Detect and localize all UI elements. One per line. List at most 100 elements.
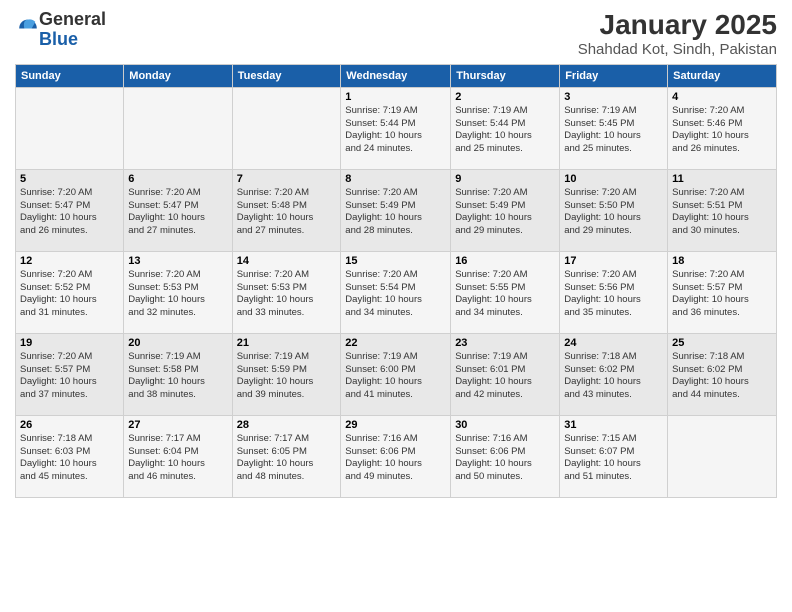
day-number: 23 bbox=[455, 337, 555, 349]
day-info: Sunrise: 7:17 AM Sunset: 6:05 PM Dayligh… bbox=[237, 433, 337, 484]
day-info: Sunrise: 7:20 AM Sunset: 5:52 PM Dayligh… bbox=[20, 269, 119, 320]
weekday-header-monday: Monday bbox=[124, 64, 232, 87]
day-number: 18 bbox=[672, 255, 772, 267]
day-info: Sunrise: 7:20 AM Sunset: 5:47 PM Dayligh… bbox=[128, 187, 227, 238]
week-row-2: 5 Sunrise: 7:20 AM Sunset: 5:47 PM Daylig… bbox=[16, 169, 777, 251]
calendar-cell: 2Sunrise: 7:19 AM Sunset: 5:44 PM Daylig… bbox=[451, 87, 560, 169]
day-number: 17 bbox=[564, 255, 663, 267]
logo-blue: Blue bbox=[39, 29, 78, 49]
day-number: 29 bbox=[345, 419, 446, 431]
day-info: Sunrise: 7:20 AM Sunset: 5:53 PM Dayligh… bbox=[237, 269, 337, 320]
calendar-cell bbox=[668, 415, 777, 497]
day-info: Sunrise: 7:20 AM Sunset: 5:49 PM Dayligh… bbox=[345, 187, 446, 238]
calendar-cell: 16Sunrise: 7:20 AM Sunset: 5:55 PM Dayli… bbox=[451, 251, 560, 333]
logo-text: General Blue bbox=[39, 10, 106, 50]
day-number: 20 bbox=[128, 337, 227, 349]
day-number: 31 bbox=[564, 419, 663, 431]
logo-icon bbox=[17, 16, 39, 38]
day-info: Sunrise: 7:17 AM Sunset: 6:04 PM Dayligh… bbox=[128, 433, 227, 484]
day-number: 14 bbox=[237, 255, 337, 267]
calendar-cell: 25Sunrise: 7:18 AM Sunset: 6:02 PM Dayli… bbox=[668, 333, 777, 415]
day-info: Sunrise: 7:16 AM Sunset: 6:06 PM Dayligh… bbox=[345, 433, 446, 484]
weekday-header-saturday: Saturday bbox=[668, 64, 777, 87]
calendar-cell: 24 Sunrise: 7:18 AM Sunset: 6:02 PM Dayli… bbox=[560, 333, 668, 415]
calendar-cell bbox=[16, 87, 124, 169]
calendar-cell: 31 Sunrise: 7:15 AM Sunset: 6:07 PM Dayli… bbox=[560, 415, 668, 497]
day-number: 1 bbox=[345, 91, 446, 103]
day-number: 19 bbox=[20, 337, 119, 349]
day-info: Sunrise: 7:19 AM Sunset: 5:58 PM Dayligh… bbox=[128, 351, 227, 402]
logo: General Blue bbox=[15, 10, 106, 50]
weekday-header-friday: Friday bbox=[560, 64, 668, 87]
calendar-cell: 10Sunrise: 7:20 AM Sunset: 5:50 PM Dayli… bbox=[560, 169, 668, 251]
weekday-header-wednesday: Wednesday bbox=[341, 64, 451, 87]
day-number: 4 bbox=[672, 91, 772, 103]
day-number: 2 bbox=[455, 91, 555, 103]
calendar-cell: 7 Sunrise: 7:20 AM Sunset: 5:48 PM Daylig… bbox=[232, 169, 341, 251]
title-block: January 2025 Shahdad Kot, Sindh, Pakista… bbox=[578, 10, 777, 58]
calendar-cell: 13 Sunrise: 7:20 AM Sunset: 5:53 PM Dayli… bbox=[124, 251, 232, 333]
calendar-cell: 11 Sunrise: 7:20 AM Sunset: 5:51 PM Dayli… bbox=[668, 169, 777, 251]
day-number: 21 bbox=[237, 337, 337, 349]
day-info: Sunrise: 7:16 AM Sunset: 6:06 PM Dayligh… bbox=[455, 433, 555, 484]
weekday-header-tuesday: Tuesday bbox=[232, 64, 341, 87]
day-number: 13 bbox=[128, 255, 227, 267]
day-number: 8 bbox=[345, 173, 446, 185]
day-info: Sunrise: 7:20 AM Sunset: 5:55 PM Dayligh… bbox=[455, 269, 555, 320]
weekday-header-thursday: Thursday bbox=[451, 64, 560, 87]
week-row-4: 19 Sunrise: 7:20 AM Sunset: 5:57 PM Dayli… bbox=[16, 333, 777, 415]
day-info: Sunrise: 7:20 AM Sunset: 5:48 PM Dayligh… bbox=[237, 187, 337, 238]
day-info: Sunrise: 7:20 AM Sunset: 5:56 PM Dayligh… bbox=[564, 269, 663, 320]
day-number: 10 bbox=[564, 173, 663, 185]
calendar-cell: 21 Sunrise: 7:19 AM Sunset: 5:59 PM Dayli… bbox=[232, 333, 341, 415]
calendar-cell: 6 Sunrise: 7:20 AM Sunset: 5:47 PM Daylig… bbox=[124, 169, 232, 251]
calendar-cell: 3Sunrise: 7:19 AM Sunset: 5:45 PM Daylig… bbox=[560, 87, 668, 169]
day-info: Sunrise: 7:20 AM Sunset: 5:47 PM Dayligh… bbox=[20, 187, 119, 238]
day-number: 9 bbox=[455, 173, 555, 185]
day-number: 28 bbox=[237, 419, 337, 431]
calendar-cell: 8 Sunrise: 7:20 AM Sunset: 5:49 PM Daylig… bbox=[341, 169, 451, 251]
week-row-5: 26Sunrise: 7:18 AM Sunset: 6:03 PM Dayli… bbox=[16, 415, 777, 497]
calendar-cell: 14 Sunrise: 7:20 AM Sunset: 5:53 PM Dayli… bbox=[232, 251, 341, 333]
day-number: 22 bbox=[345, 337, 446, 349]
page: General Blue January 2025 Shahdad Kot, S… bbox=[0, 0, 792, 612]
calendar-cell: 15Sunrise: 7:20 AM Sunset: 5:54 PM Dayli… bbox=[341, 251, 451, 333]
day-number: 5 bbox=[20, 173, 119, 185]
day-info: Sunrise: 7:20 AM Sunset: 5:57 PM Dayligh… bbox=[672, 269, 772, 320]
day-number: 6 bbox=[128, 173, 227, 185]
weekday-header-sunday: Sunday bbox=[16, 64, 124, 87]
day-info: Sunrise: 7:15 AM Sunset: 6:07 PM Dayligh… bbox=[564, 433, 663, 484]
week-row-3: 12 Sunrise: 7:20 AM Sunset: 5:52 PM Dayli… bbox=[16, 251, 777, 333]
day-info: Sunrise: 7:20 AM Sunset: 5:51 PM Dayligh… bbox=[672, 187, 772, 238]
day-info: Sunrise: 7:18 AM Sunset: 6:03 PM Dayligh… bbox=[20, 433, 119, 484]
day-info: Sunrise: 7:19 AM Sunset: 6:01 PM Dayligh… bbox=[455, 351, 555, 402]
day-number: 7 bbox=[237, 173, 337, 185]
day-number: 27 bbox=[128, 419, 227, 431]
day-info: Sunrise: 7:20 AM Sunset: 5:57 PM Dayligh… bbox=[20, 351, 119, 402]
calendar-cell: 18 Sunrise: 7:20 AM Sunset: 5:57 PM Dayli… bbox=[668, 251, 777, 333]
calendar-table: SundayMondayTuesdayWednesdayThursdayFrid… bbox=[15, 64, 777, 498]
day-info: Sunrise: 7:18 AM Sunset: 6:02 PM Dayligh… bbox=[672, 351, 772, 402]
day-number: 30 bbox=[455, 419, 555, 431]
week-row-1: 1 Sunrise: 7:19 AM Sunset: 5:44 PM Daylig… bbox=[16, 87, 777, 169]
calendar-cell: 1 Sunrise: 7:19 AM Sunset: 5:44 PM Daylig… bbox=[341, 87, 451, 169]
calendar-cell: 12 Sunrise: 7:20 AM Sunset: 5:52 PM Dayli… bbox=[16, 251, 124, 333]
calendar-cell: 28 Sunrise: 7:17 AM Sunset: 6:05 PM Dayli… bbox=[232, 415, 341, 497]
day-number: 12 bbox=[20, 255, 119, 267]
day-number: 11 bbox=[672, 173, 772, 185]
day-number: 24 bbox=[564, 337, 663, 349]
logo-general: General bbox=[39, 9, 106, 29]
calendar-cell: 22 Sunrise: 7:19 AM Sunset: 6:00 PM Dayli… bbox=[341, 333, 451, 415]
day-info: Sunrise: 7:19 AM Sunset: 5:59 PM Dayligh… bbox=[237, 351, 337, 402]
day-info: Sunrise: 7:20 AM Sunset: 5:53 PM Dayligh… bbox=[128, 269, 227, 320]
day-info: Sunrise: 7:18 AM Sunset: 6:02 PM Dayligh… bbox=[564, 351, 663, 402]
calendar-cell: 17 Sunrise: 7:20 AM Sunset: 5:56 PM Dayli… bbox=[560, 251, 668, 333]
day-info: Sunrise: 7:19 AM Sunset: 5:44 PM Dayligh… bbox=[345, 105, 446, 156]
calendar-cell: 9 Sunrise: 7:20 AM Sunset: 5:49 PM Daylig… bbox=[451, 169, 560, 251]
day-info: Sunrise: 7:20 AM Sunset: 5:54 PM Dayligh… bbox=[345, 269, 446, 320]
calendar-title: January 2025 bbox=[578, 10, 777, 41]
day-info: Sunrise: 7:20 AM Sunset: 5:49 PM Dayligh… bbox=[455, 187, 555, 238]
calendar-cell: 27 Sunrise: 7:17 AM Sunset: 6:04 PM Dayli… bbox=[124, 415, 232, 497]
day-info: Sunrise: 7:19 AM Sunset: 6:00 PM Dayligh… bbox=[345, 351, 446, 402]
calendar-cell bbox=[232, 87, 341, 169]
